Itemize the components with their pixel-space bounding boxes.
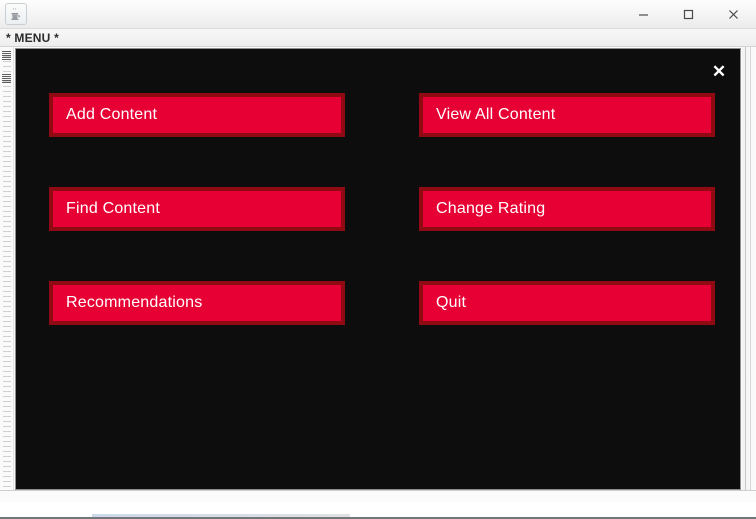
find-content-button[interactable]: Find Content	[49, 187, 345, 231]
left-gutter	[0, 47, 14, 502]
java-coffee-cup-icon	[11, 7, 21, 20]
view-all-content-button[interactable]: View All Content	[419, 93, 715, 137]
close-button[interactable]	[711, 0, 756, 29]
close-icon	[729, 10, 738, 19]
maximize-icon	[683, 9, 694, 20]
gutter-mark-lower-icon	[2, 74, 11, 83]
quit-button[interactable]: Quit	[419, 281, 715, 325]
desktop-strip	[0, 502, 756, 519]
minimize-icon	[639, 14, 648, 16]
title-bar	[0, 0, 756, 29]
maximize-button[interactable]	[666, 0, 711, 29]
menu-panel: ✕ Add Content View All Content Find Cont…	[15, 48, 741, 490]
change-rating-button[interactable]: Change Rating	[419, 187, 715, 231]
vertical-scrollbar[interactable]	[742, 47, 756, 502]
status-bar	[0, 490, 756, 502]
menu-item-menu[interactable]: * MENU *	[6, 30, 59, 46]
add-content-button[interactable]: Add Content	[49, 93, 345, 137]
menu-button-grid: Add Content View All Content Find Conten…	[16, 49, 740, 489]
menu-bar: * MENU *	[0, 29, 756, 47]
gutter-texture	[3, 51, 11, 498]
application-window: * MENU * ✕ Add Content View All Content …	[0, 0, 756, 519]
window-controls	[621, 0, 756, 29]
gutter-mark-upper-icon	[2, 51, 11, 60]
app-menu-button[interactable]	[5, 3, 27, 25]
minimize-button[interactable]	[621, 0, 666, 29]
recommendations-button[interactable]: Recommendations	[49, 281, 345, 325]
